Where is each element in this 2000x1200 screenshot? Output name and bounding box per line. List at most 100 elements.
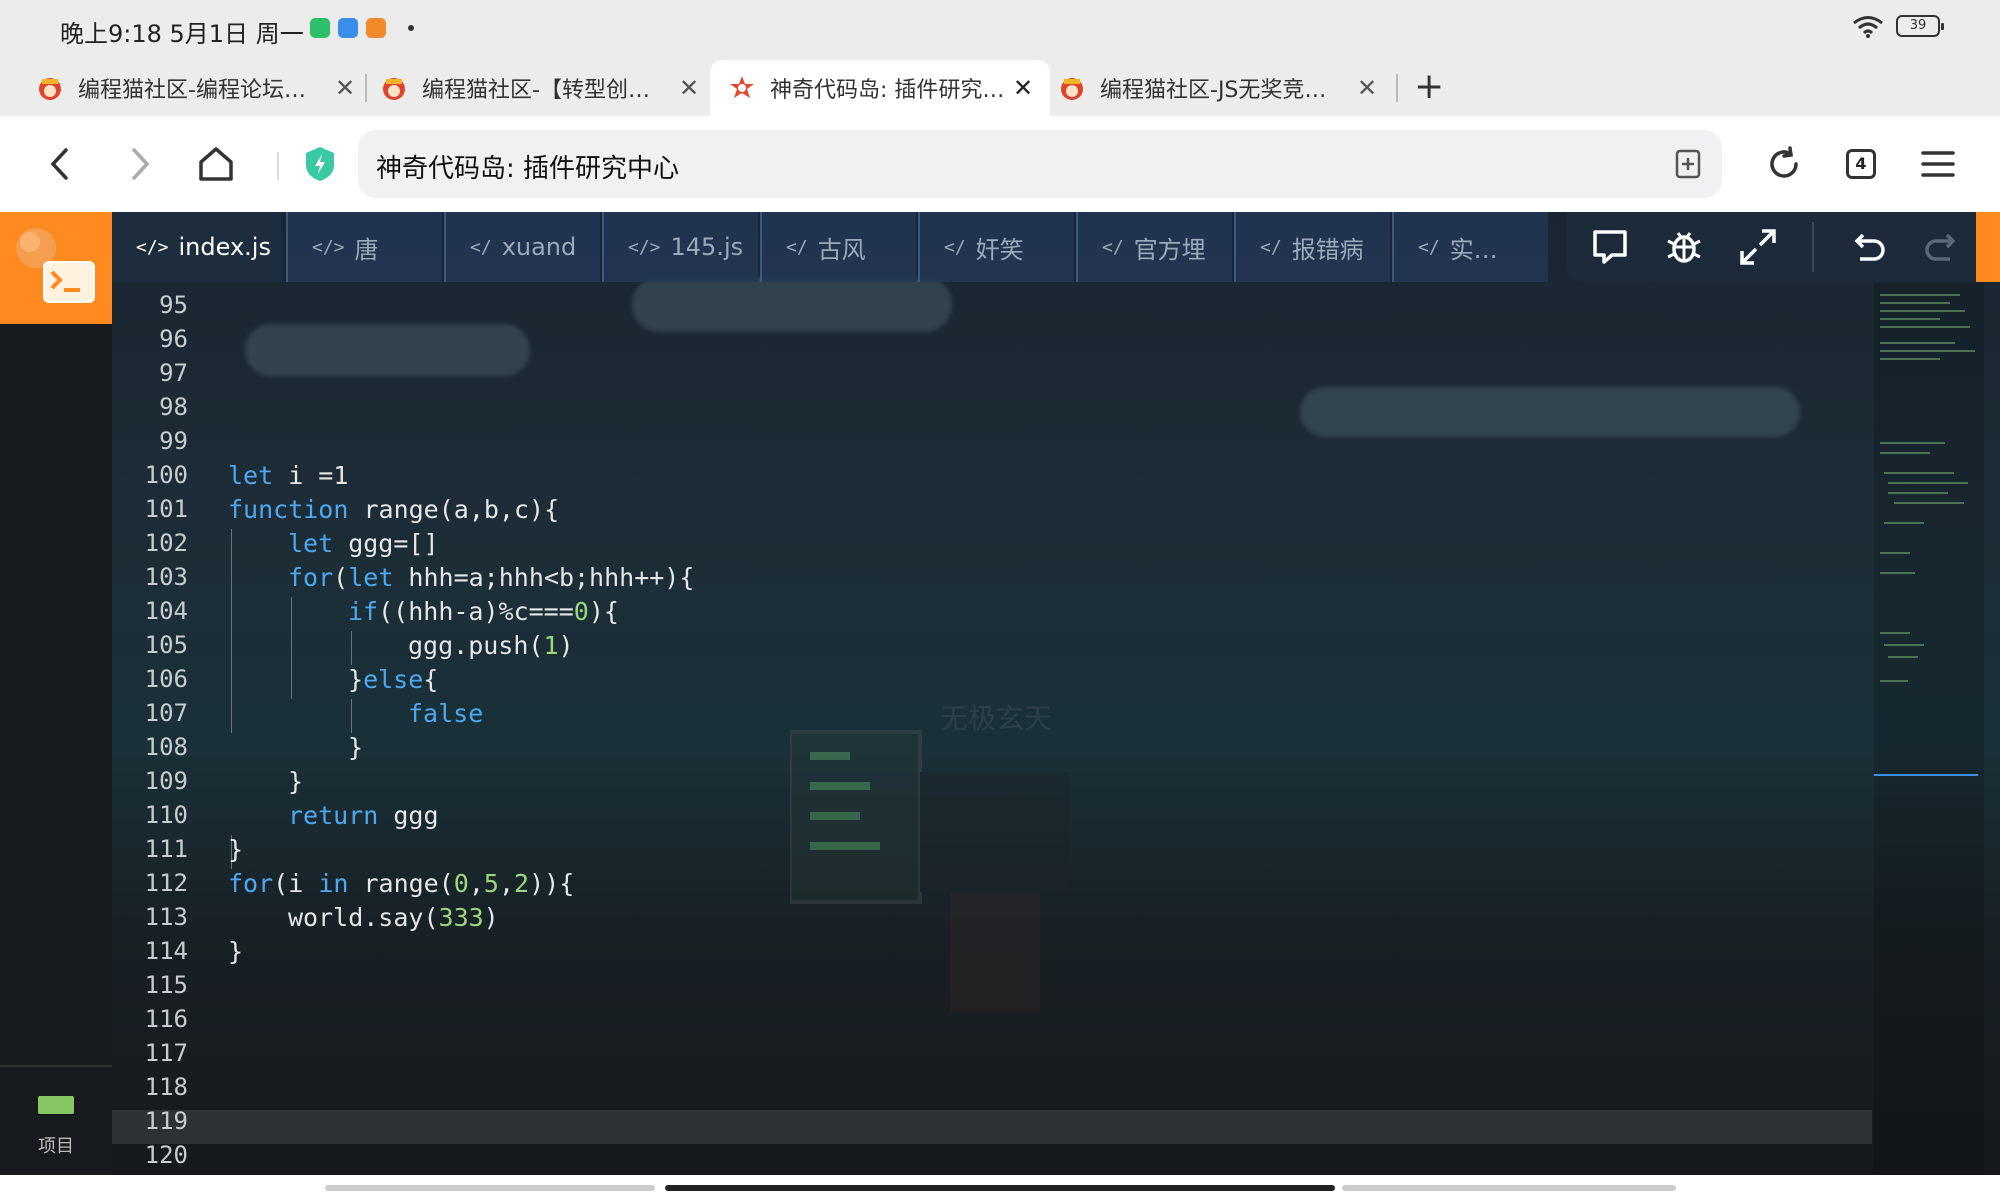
code-line[interactable]: } xyxy=(288,767,303,801)
line-number: 103 xyxy=(144,563,188,591)
minimap-line xyxy=(1880,452,1930,454)
file-tab-label: 实… xyxy=(1449,235,1498,264)
tab-divider xyxy=(1396,74,1398,102)
file-tab[interactable]: </ 实… xyxy=(1392,212,1548,282)
file-tab-label: index.js xyxy=(178,233,271,261)
line-number: 99 xyxy=(159,427,188,455)
address-bar-title[interactable]: 神奇代码岛: 插件研究中心 xyxy=(376,148,679,185)
tab-switcher-button[interactable]: 4 xyxy=(1837,140,1885,188)
codemao-favicon-icon xyxy=(383,78,405,100)
current-line-highlight xyxy=(112,1110,1872,1144)
address-bar[interactable]: 神奇代码岛: 插件研究中心 xyxy=(358,130,1722,198)
forward-button[interactable] xyxy=(116,140,164,188)
minimap-line xyxy=(1880,632,1910,634)
code-line[interactable]: world.say(333) xyxy=(288,903,499,937)
comment-button[interactable] xyxy=(1590,227,1630,267)
editor-sidebar: 项目 xyxy=(0,212,112,1175)
line-number: 102 xyxy=(144,529,188,557)
code-file-icon: </ xyxy=(470,236,492,258)
file-tab[interactable]: </ 奸笑 xyxy=(918,212,1074,282)
home-button[interactable] xyxy=(192,140,240,188)
minimap-line xyxy=(1880,302,1950,304)
code-line[interactable]: for(i in range(0,5,2)){ xyxy=(228,869,574,903)
file-tab[interactable]: </ 官方埋 xyxy=(1076,212,1232,282)
codemao-favicon-icon xyxy=(39,78,61,100)
project-icon[interactable] xyxy=(38,1096,74,1114)
file-tab-label: 古风 xyxy=(817,235,866,264)
browser-tab[interactable]: 编程猫社区-编程论坛… ✕ xyxy=(32,60,372,116)
more-dot-icon xyxy=(408,25,414,31)
code-file-icon: </> xyxy=(628,236,661,258)
status-time: 晚上9:18 5月1日 周一 xyxy=(60,20,304,48)
watermark-text: 无极玄天 xyxy=(940,702,1053,735)
browser-tab[interactable]: 编程猫社区-JS无奖竞… ✕ xyxy=(1054,60,1394,116)
gesture-indicator xyxy=(1342,1185,1676,1191)
close-tab-icon[interactable]: ✕ xyxy=(332,74,358,102)
minimap-line xyxy=(1880,310,1965,312)
reload-button[interactable] xyxy=(1760,140,1808,188)
minimap-viewport-marker[interactable] xyxy=(1874,774,1978,776)
undo-button[interactable] xyxy=(1848,227,1888,267)
code-minimap[interactable] xyxy=(1874,282,1984,1175)
file-tab[interactable]: </> 145.js xyxy=(602,212,758,282)
line-number: 104 xyxy=(144,597,188,625)
line-number: 98 xyxy=(159,393,188,421)
menu-button[interactable] xyxy=(1914,140,1962,188)
code-island-logo-icon xyxy=(16,228,95,303)
file-tab[interactable]: </ xuand xyxy=(444,212,600,282)
code-editor-app: 无极玄天 项目 </> index.js </> 唐 </ xuand </> 145.… xyxy=(0,212,2000,1175)
minimap-line xyxy=(1880,350,1975,352)
file-tab-label: 报错病 xyxy=(1291,235,1364,264)
close-tab-icon[interactable]: ✕ xyxy=(1354,74,1380,102)
line-number: 107 xyxy=(144,699,188,727)
security-shield-button[interactable] xyxy=(296,140,344,188)
file-tab[interactable]: </> 唐 xyxy=(286,212,442,282)
minimap-line xyxy=(1884,644,1924,646)
back-button[interactable] xyxy=(36,140,84,188)
minimap-line xyxy=(1888,482,1968,484)
new-tab-button[interactable]: + xyxy=(1414,66,1444,107)
bookmark-add-icon[interactable] xyxy=(1674,148,1702,180)
line-number: 118 xyxy=(144,1073,188,1101)
code-line[interactable]: let ggg=[] xyxy=(288,529,439,563)
line-number: 95 xyxy=(159,291,188,319)
line-number: 110 xyxy=(144,801,188,829)
code-line[interactable]: function range(a,b,c){ xyxy=(228,495,559,529)
code-line[interactable]: for(let hhh=a;hhh<b;hhh++){ xyxy=(288,563,694,597)
file-tab-index-js[interactable]: </> index.js xyxy=(112,212,282,282)
line-number: 119 xyxy=(144,1107,188,1135)
browser-tab[interactable]: 编程猫社区-【转型创… ✕ xyxy=(376,60,716,116)
cloud xyxy=(1300,387,1800,437)
code-line[interactable]: let i =1 xyxy=(228,461,348,495)
redo-button[interactable] xyxy=(1922,227,1962,267)
codemao-favicon-icon xyxy=(1061,78,1083,100)
code-line[interactable]: ggg.push(1) xyxy=(408,631,574,665)
code-line[interactable]: false xyxy=(408,699,483,733)
file-tab[interactable]: </ 古风 xyxy=(760,212,916,282)
code-line[interactable]: }else{ xyxy=(348,665,438,699)
status-bar: 晚上9:18 5月1日 周一 39 xyxy=(0,0,2000,58)
pause-button[interactable] xyxy=(1976,212,2000,282)
line-number: 114 xyxy=(144,937,188,965)
code-line[interactable]: } xyxy=(228,835,243,869)
app-logo[interactable] xyxy=(0,212,112,324)
code-line[interactable]: if((hhh-a)%c===0){ xyxy=(348,597,619,631)
fullscreen-button[interactable] xyxy=(1738,227,1778,267)
code-line[interactable]: } xyxy=(348,733,363,767)
tab-count: 4 xyxy=(1846,149,1876,179)
wifi-icon xyxy=(1853,16,1883,38)
file-tab-label: 官方埋 xyxy=(1133,235,1206,264)
line-number: 106 xyxy=(144,665,188,693)
code-line[interactable]: return ggg xyxy=(288,801,439,835)
project-label[interactable]: 项目 xyxy=(38,1132,74,1158)
bug-icon xyxy=(1667,232,1701,263)
app-notification-icon xyxy=(310,18,330,38)
code-line[interactable]: } xyxy=(228,937,243,971)
close-tab-icon[interactable]: ✕ xyxy=(1010,74,1036,102)
file-tab[interactable]: </ 报错病 xyxy=(1234,212,1390,282)
minimap-line xyxy=(1880,318,1940,320)
shield-icon xyxy=(306,147,334,181)
close-tab-icon[interactable]: ✕ xyxy=(676,74,702,102)
browser-tab-active[interactable]: 神奇代码岛: 插件研究… ✕ xyxy=(710,60,1050,116)
debug-button[interactable] xyxy=(1664,227,1704,267)
